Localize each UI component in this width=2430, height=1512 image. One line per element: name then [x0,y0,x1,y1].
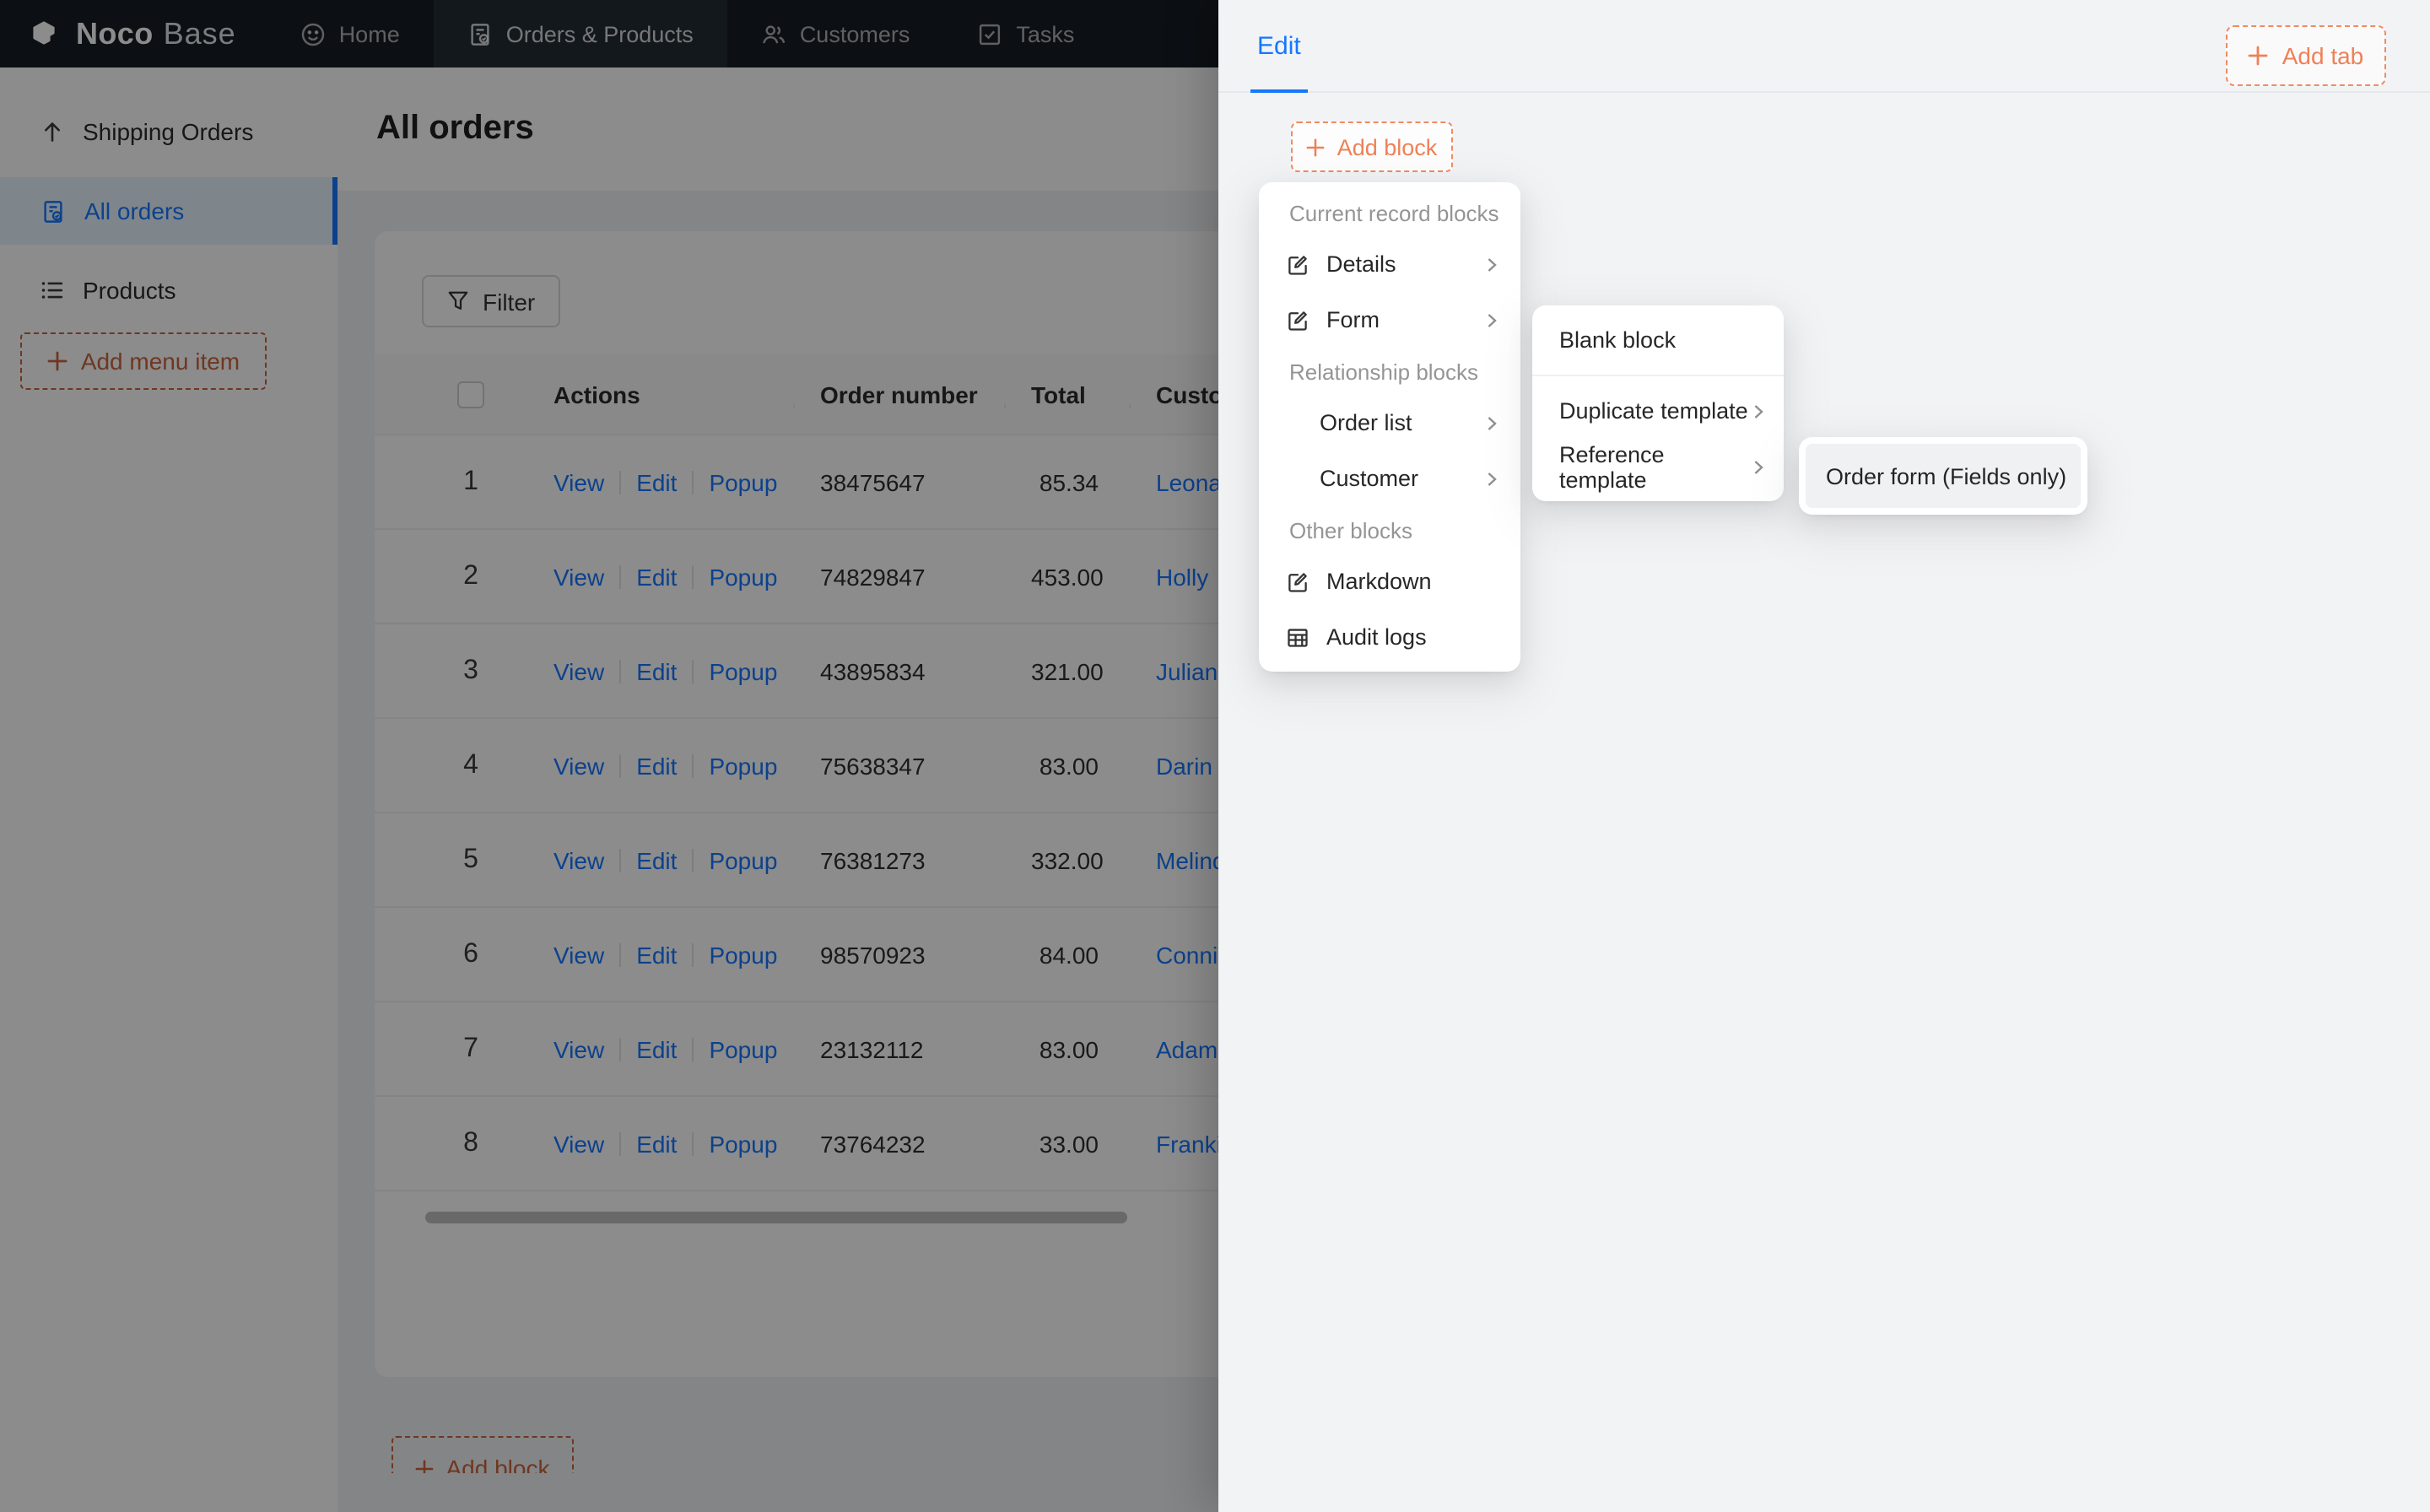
submenu-item-label: Reference template [1559,441,1665,492]
menu-item-label: Order list [1320,410,1412,435]
menu-group-other: Other blocks [1289,517,1412,543]
submenu-item-blank-block[interactable]: Blank block [1532,312,1784,368]
menu-item-audit-logs[interactable]: Audit logs [1259,609,1520,665]
chevron-right-icon [1483,311,1500,328]
tab-edit[interactable]: Edit [1250,0,1308,93]
form-submenu: Blank block Duplicate template Reference… [1532,305,1784,501]
submenu-item-duplicate-template[interactable]: Duplicate template [1532,383,1784,439]
menu-group-current-record: Current record blocks [1289,200,1499,225]
menu-group-relationship: Relationship blocks [1289,359,1479,384]
menu-item-customer[interactable]: Customer [1259,451,1520,506]
menu-item-label: Customer [1320,466,1419,491]
submenu-item-label: Duplicate template [1559,398,1748,424]
chevron-right-icon [1750,402,1767,419]
add-tab-button[interactable]: Add tab [2226,25,2386,86]
form-icon [1286,308,1310,332]
menu-item-markdown[interactable]: Markdown [1259,554,1520,609]
form-icon [1286,570,1310,593]
chevron-right-icon [1483,256,1500,273]
table-icon [1286,625,1310,649]
app-root: Noco Base Home Orders & Products Custome… [0,0,2430,1512]
plus-icon [1307,138,1326,156]
menu-item-label: Audit logs [1326,624,1427,650]
add-block-button[interactable]: Add block [1291,122,1453,172]
form-icon [1286,252,1310,276]
reference-template-submenu: Order form (Fields only) [1799,437,2087,515]
drawer-tab-bar: Edit Add tab [1218,0,2430,93]
menu-item-label: Form [1326,307,1380,332]
edit-drawer: Edit Add tab Add block Current record bl… [1218,0,2430,1512]
submenu-item-reference-template[interactable]: Reference template [1532,439,1784,494]
chevron-right-icon [1750,458,1767,475]
add-block-label: Add block [1336,134,1438,159]
plus-icon [2249,46,2269,66]
menu-item-label: Markdown [1326,569,1432,594]
chevron-right-icon [1483,470,1500,487]
chevron-right-icon [1483,414,1500,431]
menu-item-form[interactable]: Form [1259,292,1520,348]
menu-item-details[interactable]: Details [1259,236,1520,292]
add-block-menu: Current record blocks Details Form Relat… [1259,182,1520,672]
submenu-item-order-form-fields-only[interactable]: Order form (Fields only) [1806,444,2081,508]
menu-item-order-list[interactable]: Order list [1259,395,1520,451]
add-tab-label: Add tab [2282,42,2364,69]
submenu-item-label: Blank block [1559,327,1677,353]
menu-divider [1532,375,1784,376]
menu-item-label: Details [1326,251,1396,277]
